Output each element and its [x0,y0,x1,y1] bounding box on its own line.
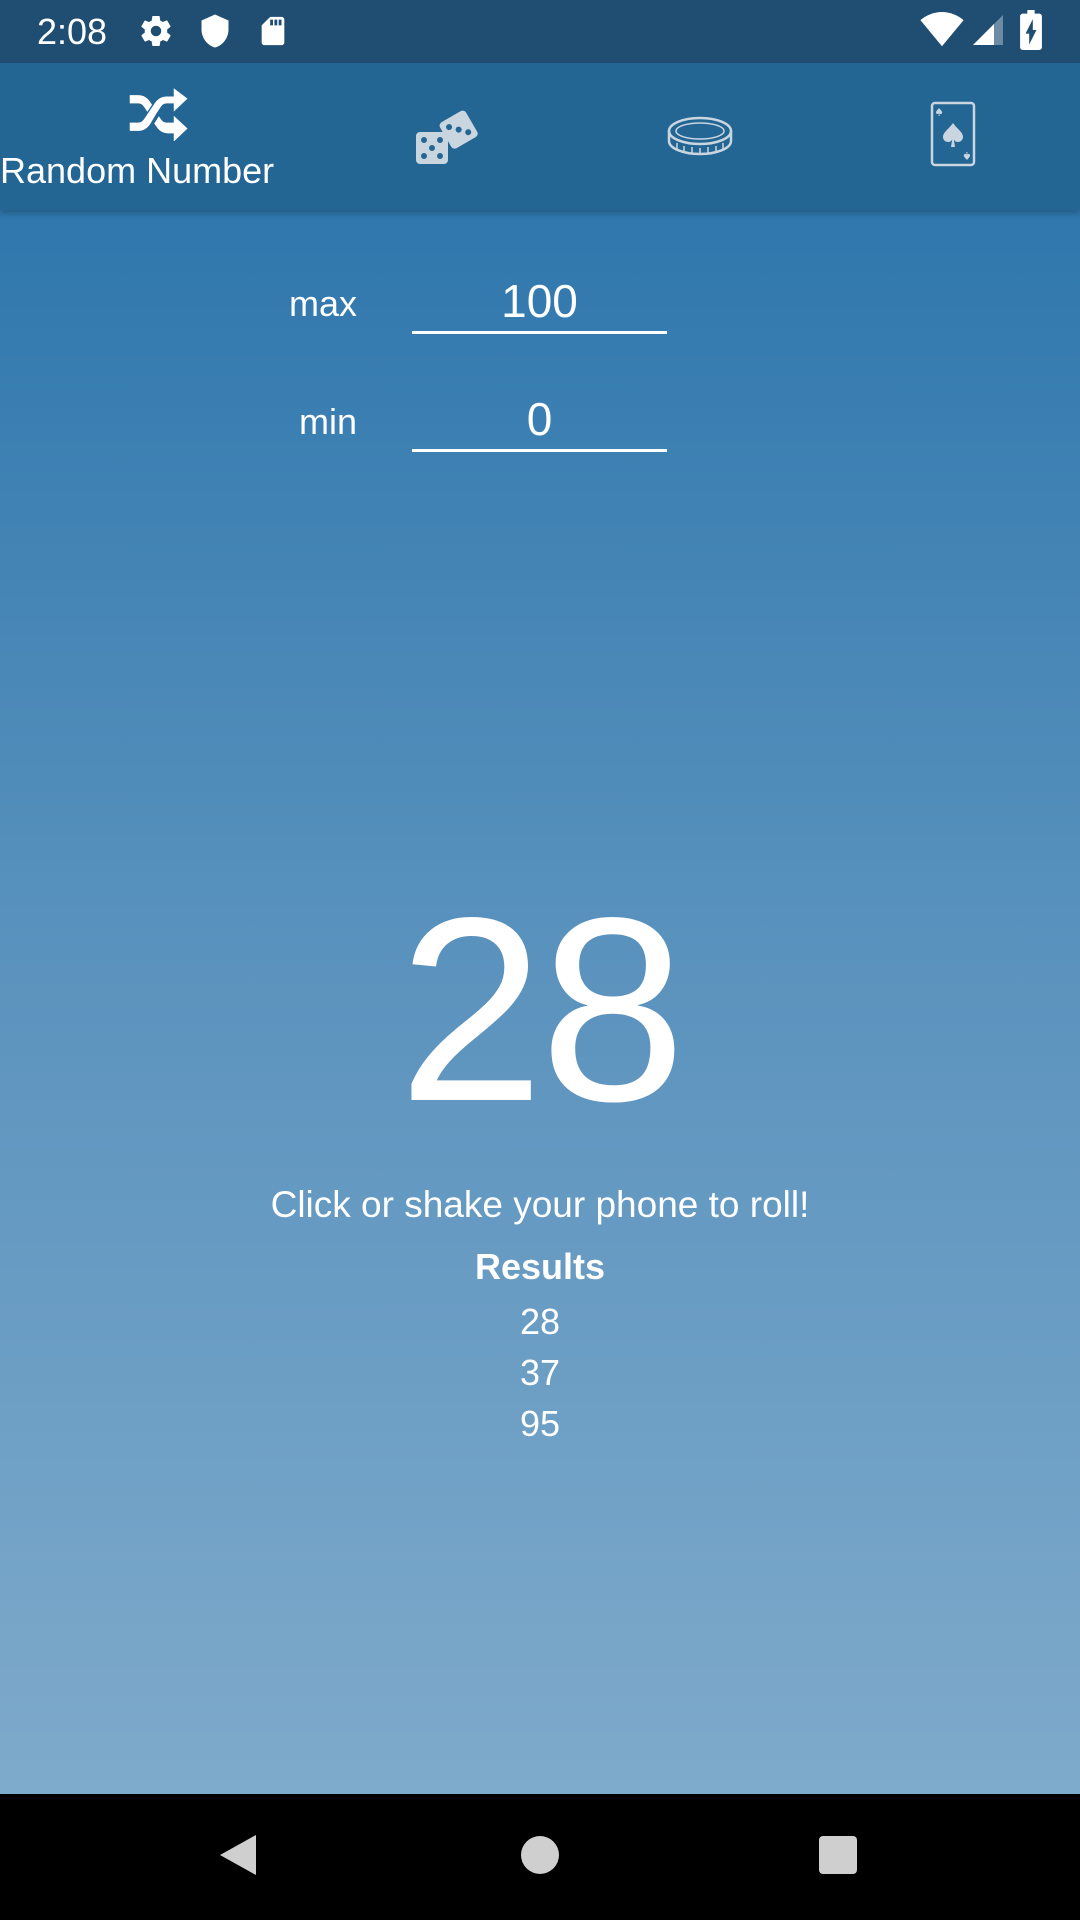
result-item: 37 [519,1352,561,1393]
playing-card-icon [930,101,976,172]
current-roll-result[interactable]: 28 [0,865,1080,1155]
back-icon [216,1831,260,1884]
tab-random-number[interactable]: Random Number [0,63,295,210]
results-title: Results [474,1246,606,1287]
sd-card-icon [256,13,290,54]
home-icon [520,1835,560,1880]
main-content[interactable]: max min 28 Click or shake your phone to … [0,210,1080,1794]
navigation-bar [0,1794,1080,1920]
gear-icon [138,13,174,54]
tab-label-random-number: Random Number [0,150,275,191]
screen: 2:08 Random Number max 100 min 0 28 Clic… [0,0,1080,1920]
signal-icon [970,12,1006,53]
shield-icon [197,13,233,54]
result-item: 95 [519,1403,561,1444]
recents-button[interactable] [778,1794,898,1920]
results-list: 28 37 95 [0,1296,1080,1449]
battery-charging-icon [1019,10,1043,55]
wifi-icon [920,12,964,53]
tab-coin[interactable] [565,63,835,210]
back-button[interactable] [178,1794,298,1920]
max-input[interactable] [412,270,667,334]
roll-hint: Click or shake your phone to roll! [270,1184,810,1225]
recents-icon [818,1835,858,1880]
status-time: 2:08 [37,11,108,52]
max-label: max [288,283,357,324]
tab-playing-card[interactable] [818,63,1080,210]
tab-dice[interactable] [312,63,582,210]
result-item: 28 [519,1301,561,1342]
coin-icon [667,115,733,164]
status-bar: 2:08 [0,0,1080,63]
shuffle-icon [127,85,193,146]
min-input[interactable] [412,388,667,452]
dice-icon [414,108,480,173]
app-bar: Random Number [0,63,1080,210]
home-button[interactable] [480,1794,600,1920]
min-label: min [298,401,357,442]
